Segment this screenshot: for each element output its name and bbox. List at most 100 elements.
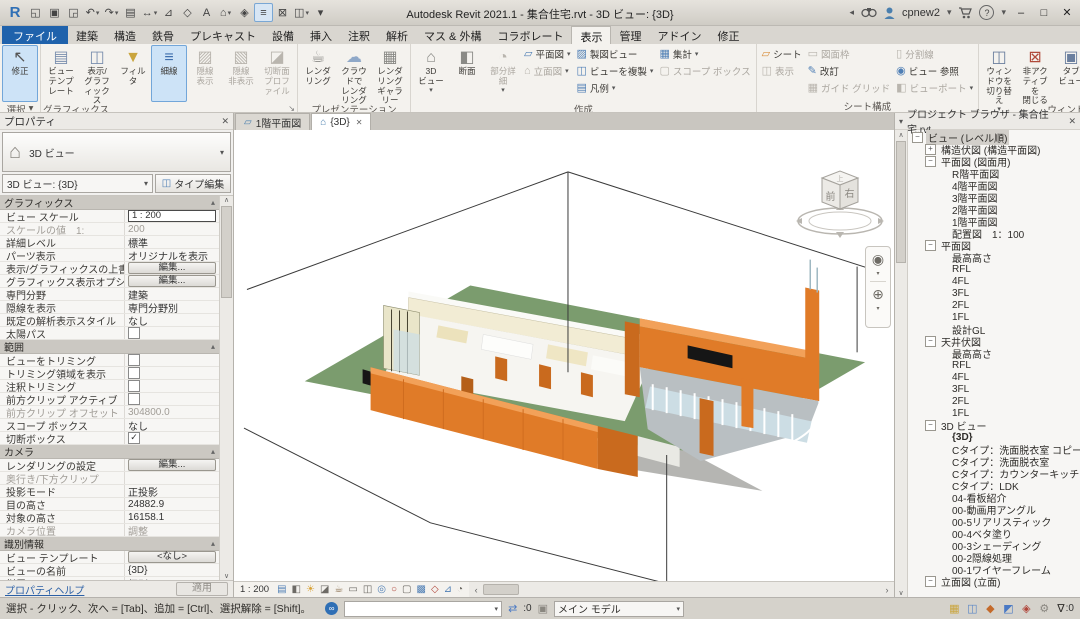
property-value[interactable] (124, 327, 219, 339)
drag-on-selection-toggle-icon[interactable]: ◈ (1019, 602, 1033, 616)
apply-button[interactable]: 適用 (176, 582, 228, 596)
ribbon-tab-管理[interactable]: 管理 (611, 26, 649, 44)
view-tab-1階平面図[interactable]: ▱1階平面図 (235, 113, 310, 130)
tree-item-label[interactable]: RFL (950, 360, 973, 371)
select-underlay-toggle-icon[interactable]: ◫ (965, 602, 979, 616)
ribbon-tab-解析[interactable]: 解析 (378, 26, 416, 44)
ribbon-button-filter[interactable]: ▼フィルタ (115, 45, 151, 102)
property-value[interactable]: {3D} (124, 564, 219, 576)
property-checkbox[interactable] (128, 327, 140, 339)
viewcube[interactable]: 上 前 右 (794, 160, 886, 238)
design-options-icon[interactable]: ▣ (538, 602, 548, 615)
visual-style-icon[interactable]: ◧ (292, 583, 301, 596)
ribbon-tab-アドイン[interactable]: アドイン (649, 26, 709, 44)
close-browser-icon[interactable]: ✕ (1068, 116, 1076, 127)
reveal-constraints-icon[interactable]: ◇ (431, 583, 439, 596)
ribbon-button-render-gallery[interactable]: ▦レンダリング ギャラリー (372, 45, 408, 102)
reveal-hidden-elements-icon[interactable]: ○ (391, 583, 397, 596)
selection-settings-icon[interactable]: ⚙ (1037, 602, 1051, 616)
tree-item-label[interactable]: 3D ビュー (939, 418, 989, 433)
ribbon-button-legend[interactable]: ▤凡例▾ (574, 79, 619, 96)
browser-item[interactable]: 配置図 1：100 (908, 227, 1080, 239)
tree-item-label[interactable]: 3FL (950, 288, 971, 299)
ribbon-tab-設備[interactable]: 設備 (264, 26, 302, 44)
qat-close-hidden-windows-icon[interactable]: ⊠ (273, 3, 292, 22)
property-checkbox[interactable] (128, 393, 140, 405)
collapse-section-icon[interactable]: ▴ (211, 198, 215, 207)
editing-requests-icon[interactable]: ⇄ (508, 602, 517, 615)
tree-expander-icon[interactable]: − (912, 132, 923, 143)
browser-item[interactable]: 4FL (908, 275, 1080, 287)
property-edit-field[interactable]: 1 : 200 (128, 210, 216, 222)
select-by-face-toggle-icon[interactable]: ◩ (1001, 602, 1015, 616)
browser-item[interactable]: 最高高さ (908, 347, 1080, 359)
ribbon-button-render-cloud[interactable]: ☁クラウドで レンダリング (336, 45, 372, 102)
ribbon-tab-建築[interactable]: 建築 (68, 26, 106, 44)
browser-item[interactable]: RFL (908, 263, 1080, 275)
dialog-launcher-icon[interactable]: ↘ (288, 104, 295, 113)
scroll-left-icon[interactable]: ‹ (469, 585, 483, 595)
scroll-down-icon[interactable]: ∨ (898, 589, 903, 597)
property-value[interactable]: 16158.1 (124, 511, 219, 523)
property-value[interactable]: なし (124, 314, 219, 326)
qat-text-icon[interactable]: A (197, 3, 216, 22)
hide-analytical-model-icon[interactable]: ▩ (417, 583, 426, 596)
properties-help-link[interactable]: プロパティヘルプ (5, 582, 84, 597)
property-value[interactable]: なし (124, 419, 219, 431)
tree-expander-icon[interactable]: − (925, 156, 936, 167)
property-value[interactable]: 24882.9 (124, 498, 219, 510)
highlight-displacement-sets-icon[interactable]: ◔ (457, 583, 463, 596)
qat-redo-icon[interactable]: ↷▾ (102, 3, 121, 22)
tree-expander-icon[interactable]: − (925, 576, 936, 587)
properties-scrollbar[interactable]: ∧ ∨ (219, 196, 233, 580)
collapse-section-icon[interactable]: ▴ (211, 342, 215, 351)
browser-item[interactable]: −天井伏図 (908, 335, 1080, 347)
zoom-icon[interactable]: ⊕ (872, 286, 884, 303)
tree-expander-icon[interactable]: − (925, 420, 936, 431)
ribbon-tab-挿入[interactable]: 挿入 (302, 26, 340, 44)
collapse-section-icon[interactable]: ▴ (211, 447, 215, 456)
maximize-button[interactable]: □ (1036, 7, 1052, 19)
close-properties-icon[interactable]: ✕ (221, 116, 229, 127)
browser-item[interactable]: −平面図 (908, 239, 1080, 251)
close-view-tab-icon[interactable]: ✕ (356, 118, 363, 127)
user-menu-chevron-icon[interactable]: ▾ (947, 7, 952, 18)
property-checkbox[interactable] (128, 367, 140, 379)
ribbon-button-close-inactive[interactable]: ⊠非アクティブを 閉じる (1017, 45, 1053, 102)
ribbon-button-plan[interactable]: ▱平面図▾ (521, 45, 574, 62)
horizontal-scrollbar[interactable]: ‹ › (469, 582, 894, 597)
select-links-toggle-icon[interactable]: ▦ (947, 602, 961, 616)
browser-item[interactable]: −3D ビュー (908, 419, 1080, 431)
property-value[interactable]: 建築 (124, 288, 219, 300)
collapse-section-icon[interactable]: ▴ (211, 539, 215, 548)
qat-measure-icon[interactable]: ↔▾ (140, 3, 159, 22)
type-selector[interactable]: ⌂ 3D ビュー ▾ (2, 132, 231, 172)
property-edit-button[interactable]: 編集... (128, 262, 216, 274)
help-menu-chevron-icon[interactable]: ▾ (1001, 7, 1006, 18)
property-value[interactable] (124, 354, 219, 366)
browser-item[interactable]: 設計GL (908, 323, 1080, 335)
property-value[interactable]: 標準 (124, 236, 219, 248)
temporary-view-properties-icon[interactable]: ▢ (402, 583, 411, 596)
active-workset-combo[interactable]: ▾ (344, 601, 502, 617)
edit-type-button[interactable]: ◫ タイプ編集 (155, 174, 231, 193)
temporary-hide-isolate-icon[interactable]: ◎ (377, 583, 386, 596)
detail-level-icon[interactable]: ▤ (277, 583, 286, 596)
property-value[interactable]: 正投影 (124, 485, 219, 497)
minimize-button[interactable]: – (1013, 7, 1029, 19)
tree-expander-icon[interactable]: − (925, 336, 936, 347)
chevron-down-icon[interactable]: ▾ (876, 270, 879, 277)
scroll-right-icon[interactable]: › (880, 585, 894, 595)
ribbon-button-view-reference[interactable]: ◉ビュー 参照 (893, 62, 962, 79)
ribbon-button-thin-lines[interactable]: ≡細線 (151, 45, 187, 102)
property-value[interactable]: 1 : 200 (124, 210, 219, 222)
ribbon-tab-コラボレート[interactable]: コラボレート (489, 26, 571, 44)
browser-item[interactable]: 最高高さ (908, 251, 1080, 263)
ribbon-button-view-template[interactable]: ▤ビュー テンプレート (43, 45, 79, 102)
property-value[interactable] (124, 367, 219, 379)
worksharing-display-icon[interactable]: ⊿ (444, 583, 452, 596)
close-button[interactable]: ✕ (1059, 6, 1075, 19)
property-value[interactable] (124, 393, 219, 405)
qat-save-icon[interactable]: ▣ (45, 3, 64, 22)
browser-item[interactable]: RFL (908, 359, 1080, 371)
